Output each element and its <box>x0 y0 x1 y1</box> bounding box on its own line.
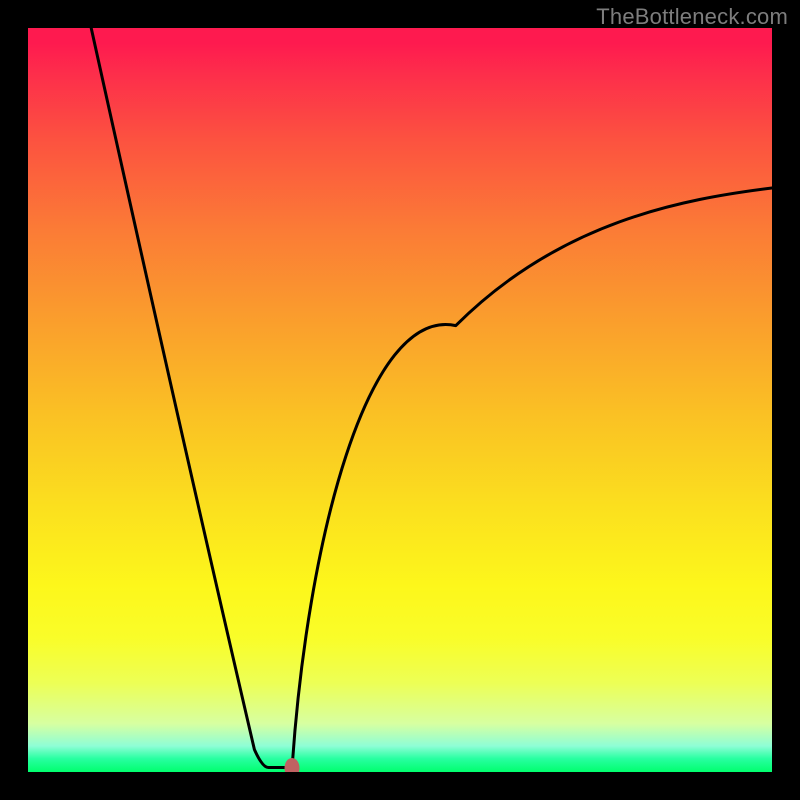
plot-area <box>28 28 772 772</box>
watermark-text: TheBottleneck.com <box>596 4 788 30</box>
bottleneck-curve <box>28 28 772 772</box>
optimum-marker <box>285 758 300 772</box>
chart-frame: TheBottleneck.com <box>0 0 800 800</box>
